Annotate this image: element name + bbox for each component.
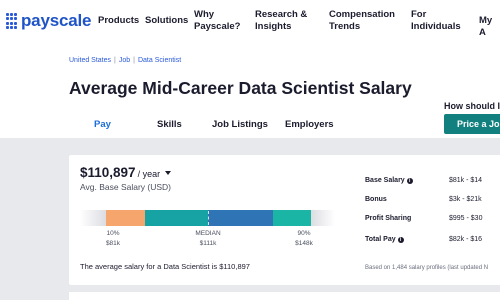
- p10-label: 10% $81k: [101, 230, 125, 247]
- nav-solutions[interactable]: Solutions: [145, 15, 188, 27]
- breakdown-profit-sharing: Profit Sharing: [365, 215, 411, 222]
- bonus-value: $3k - $21k: [449, 196, 482, 203]
- payscale-logo[interactable]: payscale: [6, 11, 91, 31]
- tab-bar: Pay Skills Job Listings Employers: [69, 119, 369, 140]
- avg-salary[interactable]: $110,897/ year: [80, 165, 172, 180]
- nav-solutions-label: Solutions: [145, 15, 189, 26]
- p90-value: $148k: [295, 240, 313, 247]
- median-marker: [208, 211, 209, 225]
- salary-period: / year: [137, 169, 161, 179]
- range-upper-mid-segment: [208, 210, 273, 226]
- nav-research-line2: Insights: [255, 21, 292, 32]
- nav-research[interactable]: Research & Insights: [255, 9, 307, 33]
- breadcrumb-united-states[interactable]: United States: [69, 57, 111, 64]
- median-value: $111k: [199, 240, 217, 247]
- nav-products-label: Products: [98, 15, 140, 26]
- page-title: Average Mid-Career Data Scientist Salary: [69, 78, 412, 98]
- base-salary-label: Base Salary: [365, 177, 405, 184]
- range-fade-left: [80, 210, 106, 226]
- tab-skills[interactable]: Skills: [157, 119, 182, 130]
- nav-individuals[interactable]: For Individuals: [411, 9, 461, 33]
- breakdown-base-salary[interactable]: Base Salary i: [365, 177, 413, 184]
- price-a-job-button[interactable]: Price a Jo: [444, 114, 500, 134]
- tab-job-listings[interactable]: Job Listings: [212, 119, 268, 130]
- bonus-label: Bonus: [365, 196, 387, 203]
- median-label: MEDIAN $111k: [188, 230, 228, 247]
- nav-my-account-label: My A: [479, 15, 493, 38]
- salary-range-bar: [80, 210, 335, 226]
- profit-sharing-value: $995 - $30: [449, 215, 483, 222]
- range-high-segment: [273, 210, 311, 226]
- nav-why-line1: Why: [194, 9, 215, 20]
- salary-value: $110,897: [80, 165, 136, 180]
- breakdown-bonus: Bonus: [365, 196, 387, 203]
- next-card: [69, 292, 500, 300]
- p90-label: 90% $148k: [288, 230, 320, 247]
- based-on-note: Based on 1,484 salary profiles (last upd…: [365, 265, 489, 271]
- range-low-segment: [106, 210, 145, 226]
- nav-products[interactable]: Products: [98, 15, 139, 27]
- salary-label: Avg. Base Salary (USD): [80, 182, 172, 192]
- p90-pct: 90%: [297, 230, 311, 237]
- nav-why-line2: Payscale?: [194, 21, 241, 32]
- info-icon[interactable]: i: [406, 178, 413, 184]
- chevron-down-icon[interactable]: [165, 171, 172, 175]
- p10-pct: 10%: [106, 230, 120, 237]
- salary-note: The average salary for a Data Scientist …: [80, 262, 250, 271]
- pricing-question: How should I: [444, 101, 500, 111]
- nav-individuals-line2: Individuals: [411, 21, 461, 32]
- p10-value: $81k: [105, 240, 121, 247]
- range-fade-right: [311, 210, 335, 226]
- tab-employers[interactable]: Employers: [285, 119, 334, 130]
- tab-pay[interactable]: Pay: [94, 119, 111, 130]
- breadcrumb: United States | Job | Data Scientist: [69, 57, 181, 64]
- median-title: MEDIAN: [195, 230, 221, 237]
- logo-text: payscale: [21, 11, 92, 30]
- nav-why-payscale[interactable]: Why Payscale?: [194, 9, 240, 33]
- breadcrumb-separator: |: [114, 57, 116, 64]
- breadcrumb-data-scientist[interactable]: Data Scientist: [138, 57, 181, 64]
- nav-my-account[interactable]: My A: [479, 15, 500, 39]
- nav-research-line1: Research &: [255, 9, 308, 20]
- breadcrumb-job[interactable]: Job: [119, 57, 130, 64]
- nav-individuals-line1: For: [411, 9, 427, 20]
- base-salary-value: $81k - $14: [449, 177, 483, 184]
- breadcrumb-separator: |: [133, 57, 135, 64]
- top-nav: payscale Products Solutions Why Payscale…: [0, 0, 500, 44]
- range-lower-mid-segment: [145, 210, 208, 226]
- breakdown-total-pay[interactable]: Total Pay i: [365, 236, 404, 243]
- nav-compensation[interactable]: Compensation Trends: [329, 9, 395, 33]
- nav-compensation-line1: Compensation: [329, 9, 395, 20]
- profit-sharing-label: Profit Sharing: [365, 215, 412, 222]
- nav-compensation-line2: Trends: [329, 21, 361, 32]
- logo-dots-icon: [6, 13, 18, 29]
- total-pay-label: Total Pay: [365, 236, 396, 243]
- total-pay-value: $82k - $16: [449, 236, 483, 243]
- info-icon[interactable]: i: [397, 237, 404, 243]
